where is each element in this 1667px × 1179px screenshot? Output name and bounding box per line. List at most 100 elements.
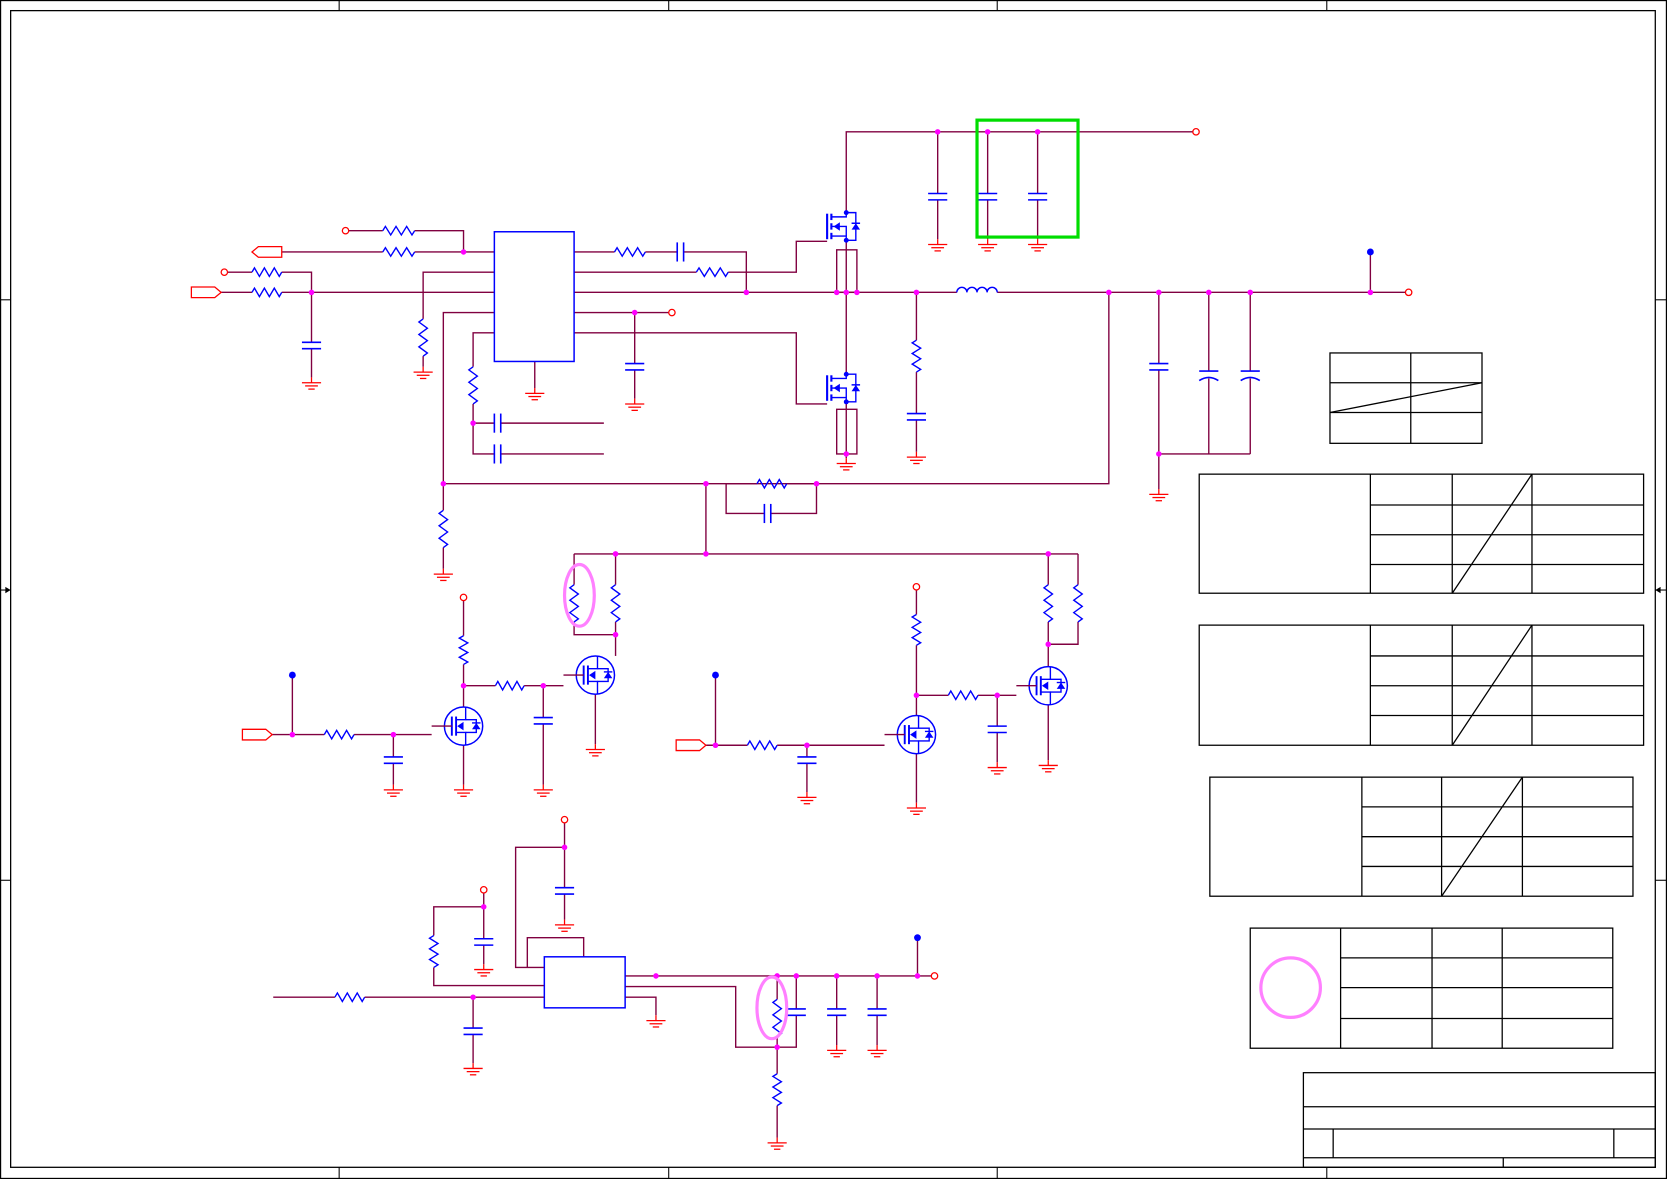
inner-border [10, 9, 1656, 1168]
power-dot-icon [712, 671, 719, 679]
junction-dot-icon [540, 682, 547, 689]
junction-dot-icon [460, 249, 467, 255]
junction-dot-icon [984, 129, 991, 135]
wire [770, 483, 818, 515]
mosfet-icon [456, 731, 467, 746]
junction-dot-icon [994, 692, 1000, 699]
resistor-icon [417, 318, 429, 357]
mosfet-icon [910, 730, 917, 739]
junction-dot-icon [470, 994, 476, 1000]
power-dot-icon [1366, 248, 1374, 256]
wire [433, 906, 484, 936]
junction-dot-icon [703, 551, 709, 557]
junction-dot-icon [854, 289, 860, 296]
junction-dot-icon [833, 973, 840, 979]
open-terminal-icon [341, 226, 350, 235]
wire [526, 936, 585, 968]
junction-dot-icon [843, 210, 849, 216]
open-terminal-icon [1404, 288, 1413, 297]
junction-dot-icon [743, 289, 750, 296]
wire [574, 332, 828, 405]
junction-dot-icon [460, 682, 467, 689]
highlight-ellipse [755, 975, 789, 1041]
junction-dot-icon [470, 420, 476, 426]
open-terminal-icon [930, 972, 939, 980]
center-arrow-icon [5, 586, 11, 594]
port-arrow-icon [241, 728, 274, 741]
table-diagonal [1451, 473, 1533, 594]
resistor-icon [334, 991, 366, 1003]
mosfet-icon [833, 222, 840, 231]
mosfet-icon [457, 721, 464, 731]
junction-dot-icon [289, 731, 296, 738]
resistor-icon [323, 728, 355, 741]
junction-dot-icon [1106, 289, 1112, 296]
inductor-icon [956, 286, 998, 293]
mosfet-icon [456, 706, 467, 721]
junction-dot-icon [653, 973, 659, 979]
wire [443, 292, 1110, 485]
mosfet-icon [833, 383, 840, 393]
mosfet-diode-icon [851, 223, 861, 230]
wire [845, 131, 1193, 213]
power-dot-icon [914, 934, 921, 942]
junction-dot-icon [631, 309, 638, 316]
resistor-icon [494, 680, 525, 692]
resistor-icon [910, 613, 923, 646]
highlight-box [975, 118, 1080, 239]
wire [625, 996, 657, 1016]
resistor-icon [428, 934, 440, 969]
resistor-icon [610, 584, 621, 623]
junction-dot-icon [703, 480, 709, 487]
junction-dot-icon [1045, 551, 1052, 557]
junction-dot-icon [913, 692, 920, 699]
junction-dot-icon [793, 973, 800, 979]
highlight-ellipse [562, 562, 596, 628]
resistor-icon [568, 584, 580, 623]
wire [414, 230, 465, 252]
outer-border [0, 0, 1667, 1179]
components [190, 127, 1413, 1150]
wire [281, 271, 313, 293]
mosfet-diode-icon [472, 722, 481, 730]
schematic-sheet [0, 0, 1667, 1179]
wire [472, 403, 495, 455]
wire [573, 621, 616, 636]
resistor-icon [746, 739, 778, 751]
power-dot-icon [288, 671, 296, 679]
mosfet-icon [1040, 691, 1052, 705]
resistor-icon [251, 266, 283, 278]
revision-table-1 [1198, 473, 1645, 594]
junction-dot-icon [774, 1044, 780, 1050]
junction-dot-icon [843, 237, 849, 243]
port-arrow-icon [675, 739, 707, 752]
resistor-icon [771, 1073, 783, 1107]
mosfet-icon [588, 670, 596, 680]
junction-dot-icon [813, 480, 820, 487]
open-terminal-icon [479, 886, 488, 894]
open-terminal-icon [668, 308, 676, 317]
wire [625, 985, 778, 1048]
resistor-icon [382, 225, 416, 237]
wires [221, 131, 1406, 1138]
resistor-icon [467, 366, 479, 405]
junction-dot-icon [843, 399, 849, 405]
junction-dot-icon [1034, 129, 1041, 135]
junction-dot-icon [308, 289, 315, 296]
resistor-icon [613, 246, 646, 258]
junction-dot-icon [712, 742, 719, 749]
mosfet-icon [1041, 681, 1049, 690]
junction-dot-icon [1156, 451, 1162, 457]
junction-dot-icon [1367, 289, 1374, 296]
junction-dot-icon [1045, 641, 1052, 648]
junction-dot-icon [934, 129, 941, 135]
wire [472, 332, 495, 367]
wire [514, 846, 565, 969]
highlight-circle [1259, 956, 1323, 1020]
wire [728, 240, 828, 273]
junction-dot-icon [1156, 289, 1162, 296]
mosfet-diode-icon [603, 671, 613, 679]
mosfet-icon [908, 715, 920, 729]
junction-dot-icon [561, 844, 568, 851]
resistor-icon [382, 246, 416, 258]
